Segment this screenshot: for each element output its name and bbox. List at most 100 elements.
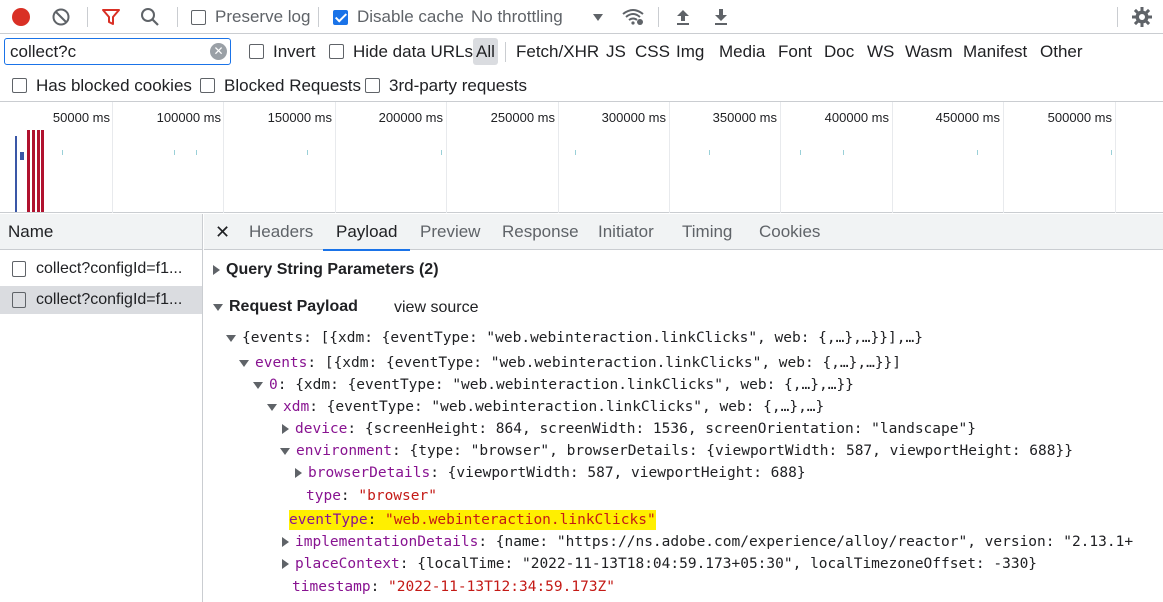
chevron-down-icon[interactable]: [592, 0, 604, 34]
network-conditions-button[interactable]: [621, 0, 645, 34]
divider: [177, 7, 178, 27]
type-filter-js[interactable]: JS: [606, 34, 626, 69]
third-party-checkbox[interactable]: [365, 69, 380, 102]
request-bar: [15, 136, 17, 212]
tab-payload[interactable]: Payload: [322, 214, 411, 251]
event-0-node[interactable]: 0: {xdm: {eventType: "web.webinteraction…: [253, 374, 854, 396]
environment-node[interactable]: environment: {type: "browser", browserDe…: [280, 440, 1073, 462]
disable-cache-checkbox[interactable]: [333, 0, 348, 34]
tab-headers[interactable]: Headers: [249, 214, 313, 250]
node-text: : {xdm: {eventType: "web.webinteraction.…: [277, 377, 854, 393]
blocked-requests-checkbox[interactable]: [200, 69, 215, 102]
node-value: "web.webinteraction.linkClicks": [385, 512, 656, 528]
tab-initiator[interactable]: Initiator: [598, 214, 654, 250]
collapse-arrow-icon[interactable]: [253, 381, 263, 389]
expand-arrow-icon[interactable]: [295, 468, 302, 478]
disable-cache-label[interactable]: Disable cache: [357, 0, 464, 34]
collapse-arrow-icon[interactable]: [226, 334, 236, 342]
device-node[interactable]: device: {screenHeight: 864, screenWidth:…: [282, 418, 976, 440]
browser-details-node[interactable]: browserDetails: {viewportWidth: 587, vie…: [295, 462, 806, 484]
clear-button[interactable]: [51, 0, 73, 34]
tab-response[interactable]: Response: [502, 214, 579, 250]
type-filter-font[interactable]: Font: [778, 34, 812, 69]
filter-toggle-button[interactable]: [101, 0, 123, 34]
request-name: collect?configId=f1...: [36, 291, 183, 308]
node-key: events: [255, 355, 308, 371]
invert-checkbox[interactable]: [249, 34, 264, 69]
node-text: : {eventType: "web.webinteraction.linkCl…: [309, 399, 825, 415]
request-payload-section[interactable]: Request Payload: [213, 298, 358, 316]
type-filter-img[interactable]: Img: [676, 34, 704, 69]
expand-arrow-icon[interactable]: [282, 424, 289, 434]
tick-label: 450000 ms: [935, 110, 1000, 125]
checkbox-box[interactable]: [12, 78, 27, 93]
checkbox-box[interactable]: [249, 44, 264, 59]
events-node[interactable]: events: [{xdm: {eventType: "web.webinter…: [239, 352, 901, 374]
preserve-log-label[interactable]: Preserve log: [215, 0, 310, 34]
clear-filter-icon[interactable]: ✕: [210, 43, 227, 60]
expand-arrow-icon[interactable]: [282, 559, 289, 569]
request-dot: [62, 150, 63, 155]
hide-data-urls-label[interactable]: Hide data URLs: [353, 34, 473, 69]
type-filter-all[interactable]: All: [473, 38, 498, 65]
blocked-requests-label[interactable]: Blocked Requests: [224, 69, 361, 102]
tab-preview[interactable]: Preview: [420, 214, 480, 250]
node-key: type: [306, 488, 341, 504]
third-party-label[interactable]: 3rd-party requests: [389, 69, 527, 102]
type-filter-css[interactable]: CSS: [635, 34, 670, 69]
type-filter-media[interactable]: Media: [719, 34, 765, 69]
query-string-section[interactable]: Query String Parameters (2): [213, 261, 439, 279]
preserve-log-checkbox[interactable]: [191, 0, 206, 34]
upload-icon: [677, 10, 689, 25]
record-button[interactable]: [12, 0, 34, 34]
checkbox-box[interactable]: [365, 78, 380, 93]
hide-data-urls-checkbox[interactable]: [329, 34, 344, 69]
collapse-arrow-icon[interactable]: [239, 359, 249, 367]
type-filter-ws[interactable]: WS: [867, 34, 894, 69]
checkbox-box[interactable]: [333, 9, 348, 25]
place-context-node[interactable]: placeContext: {localTime: "2022-11-13T18…: [282, 553, 1037, 575]
load-event-line: [37, 130, 40, 212]
type-filter-other[interactable]: Other: [1040, 34, 1083, 69]
xdm-node[interactable]: xdm: {eventType: "web.webinteraction.lin…: [267, 396, 824, 418]
collapse-arrow-icon[interactable]: [267, 403, 277, 411]
type-filter-fetch-xhr[interactable]: Fetch/XHR: [516, 34, 599, 69]
node-key: 0: [269, 377, 278, 393]
implementation-details-node[interactable]: implementationDetails: {name: "https://n…: [282, 531, 1133, 553]
filter-input-value[interactable]: collect?c: [10, 42, 76, 62]
tab-timing[interactable]: Timing: [682, 214, 732, 250]
throttling-select[interactable]: No throttling: [471, 0, 563, 34]
request-row[interactable]: collect?configId=f1...: [0, 255, 202, 283]
search-button[interactable]: [140, 0, 162, 34]
expand-arrow-icon[interactable]: [282, 537, 289, 547]
type-filter-manifest[interactable]: Manifest: [963, 34, 1027, 69]
collapse-arrow-icon[interactable]: [280, 447, 290, 455]
filter-input[interactable]: collect?c ✕: [4, 38, 231, 65]
grid-line: [223, 102, 224, 213]
has-blocked-cookies-label[interactable]: Has blocked cookies: [36, 69, 192, 102]
name-column-header[interactable]: Name: [0, 214, 202, 250]
tick-label: 250000 ms: [490, 110, 555, 125]
tab-cookies[interactable]: Cookies: [759, 214, 820, 250]
checkbox-box[interactable]: [329, 44, 344, 59]
settings-button[interactable]: [1131, 0, 1153, 34]
view-source-link[interactable]: view source: [394, 299, 478, 317]
network-overview-timeline[interactable]: 50000 ms 100000 ms 150000 ms 200000 ms 2…: [0, 102, 1163, 213]
expand-arrow-icon[interactable]: [213, 265, 220, 275]
node-key: device: [295, 421, 348, 437]
checkbox-box[interactable]: [191, 9, 206, 25]
tick-label: 300000 ms: [601, 110, 666, 125]
import-har-button[interactable]: [673, 0, 693, 34]
export-har-button[interactable]: [711, 0, 731, 34]
type-filter-doc[interactable]: Doc: [824, 34, 854, 69]
gear-icon: [1132, 7, 1152, 27]
type-filter-wasm[interactable]: Wasm: [905, 34, 953, 69]
node-text: : [{xdm: {eventType: "web.webinteraction…: [307, 355, 902, 371]
has-blocked-cookies-checkbox[interactable]: [12, 69, 27, 102]
collapse-arrow-icon[interactable]: [213, 303, 223, 311]
invert-label[interactable]: Invert: [273, 34, 316, 69]
request-row-selected[interactable]: collect?configId=f1...: [0, 286, 202, 314]
checkbox-box[interactable]: [200, 78, 215, 93]
close-icon[interactable]: ✕: [215, 214, 230, 250]
payload-root-node[interactable]: {events: [{xdm: {eventType: "web.webinte…: [226, 327, 923, 349]
